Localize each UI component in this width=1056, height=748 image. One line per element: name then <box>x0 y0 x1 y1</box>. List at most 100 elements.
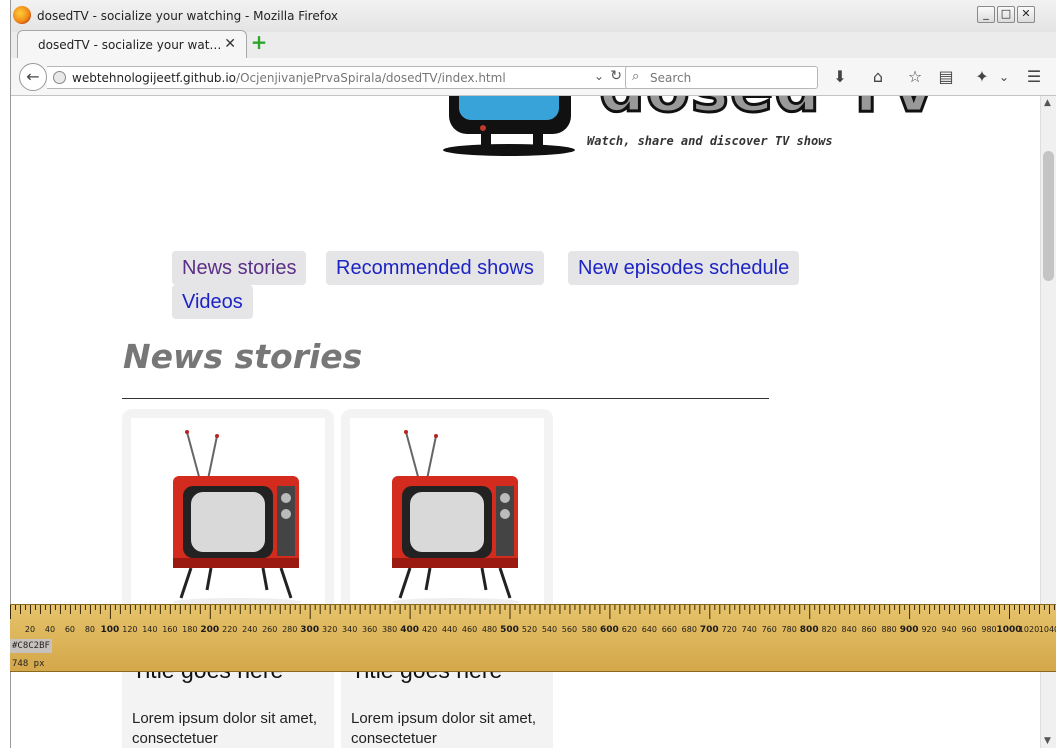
ruler-tick-label: 40 <box>45 625 55 634</box>
home-icon[interactable]: ⌂ <box>867 66 889 88</box>
ruler-tick-label: 540 <box>542 625 557 634</box>
nav-news-stories[interactable]: News stories <box>172 251 307 285</box>
ruler-tick-label: 460 <box>462 625 477 634</box>
site-logo-text: dosed TV <box>598 96 941 124</box>
ruler-tick-label: 740 <box>742 625 757 634</box>
back-button[interactable]: ← <box>19 63 47 91</box>
ruler-tick-label: 140 <box>142 625 157 634</box>
url-bar[interactable]: webtehnologijeetf.github.io/Ocjenjivanje… <box>47 66 629 89</box>
ruler-tick-label: 560 <box>562 625 577 634</box>
ruler-tick-label: 240 <box>242 625 257 634</box>
ruler-tick-label: 380 <box>382 625 397 634</box>
news-card[interactable]: Title goes here Lorem ipsum dolor sit am… <box>122 409 334 748</box>
globe-icon <box>53 71 66 84</box>
ruler-tick-label: 120 <box>122 625 137 634</box>
ruler-tick-label: 440 <box>442 625 457 634</box>
card-text: Lorem ipsum dolor sit amet, consectetuer <box>132 710 318 747</box>
ruler-tick-label: 980 <box>981 625 996 634</box>
ruler-tick-label: 160 <box>162 625 177 634</box>
extension-icon[interactable]: ✦ <box>971 66 993 88</box>
window-title: dosedTV - socialize your watching - Mozi… <box>37 9 339 23</box>
ruler-tick-label: 820 <box>822 625 837 634</box>
ruler-tick-label: 320 <box>322 625 337 634</box>
tab-bar: dosedTV - socialize your wat… ✕ + <box>11 28 1056 58</box>
card-text: Lorem ipsum dolor sit amet, consectetuer <box>351 710 537 747</box>
scroll-down-arrow-icon[interactable]: ▼ <box>1044 736 1051 746</box>
search-bar[interactable]: ⌕ Search <box>625 66 818 89</box>
url-host-text: webtehnologijeetf.github.io <box>72 71 237 85</box>
ruler-tick-label: 580 <box>582 625 597 634</box>
tab-title: dosedTV - socialize your wat… <box>38 38 222 52</box>
close-tab-icon[interactable]: ✕ <box>224 36 236 52</box>
retro-tv-icon <box>173 430 301 606</box>
ruler-tick-label: 300 <box>300 625 319 635</box>
ruler-tick-label: 360 <box>362 625 377 634</box>
ruler-tick-label: 900 <box>900 625 919 635</box>
nav-videos[interactable]: Videos <box>172 285 253 319</box>
retro-tv-icon <box>392 430 520 606</box>
card-image <box>350 418 544 608</box>
ruler-tick-label: 340 <box>342 625 357 634</box>
background-window <box>0 0 10 748</box>
ruler-tick-label: 940 <box>941 625 956 634</box>
ruler-tick-label: 80 <box>85 625 95 634</box>
ruler-tick-label: 860 <box>861 625 876 634</box>
ruler-tick-label: 840 <box>842 625 857 634</box>
tab-dosedtv[interactable]: dosedTV - socialize your wat… ✕ <box>17 30 247 58</box>
ruler-tick-label: 20 <box>25 625 35 634</box>
bookmark-star-icon[interactable]: ☆ <box>904 66 926 88</box>
reload-icon[interactable]: ↻ <box>610 68 622 84</box>
maximize-button[interactable]: □ <box>997 6 1015 23</box>
ruler-tick-label: 500 <box>500 625 519 635</box>
site-tagline: Watch, share and discover TV shows <box>587 134 833 148</box>
section-divider <box>122 398 769 399</box>
ruler-tick-label: 760 <box>762 625 777 634</box>
news-card[interactable]: Title goes here Lorem ipsum dolor sit am… <box>341 409 553 748</box>
ruler-tick-label: 720 <box>722 625 737 634</box>
ruler-tick-label: 400 <box>400 625 419 635</box>
ruler-color-readout: #C8C2BF <box>10 639 52 653</box>
ruler-tick-label: 1020 <box>1019 625 1039 634</box>
screen-ruler[interactable]: 20 40 60 80 100 120 140 160 180 200 220 240 260 280 30… <box>10 604 1056 672</box>
ruler-tick-label: 260 <box>262 625 277 634</box>
ruler-tick-label: 200 <box>200 625 219 635</box>
ruler-tick-label: 1000 <box>996 625 1021 635</box>
new-tab-button[interactable]: + <box>249 32 269 52</box>
ruler-tick-label: 520 <box>522 625 537 634</box>
ruler-tick-label: 920 <box>921 625 936 634</box>
ruler-tick-label: 220 <box>222 625 237 634</box>
nav-recommended-shows[interactable]: Recommended shows <box>326 251 544 285</box>
ruler-tick-label: 600 <box>600 625 619 635</box>
reading-list-icon[interactable]: ▤ <box>935 66 957 88</box>
ruler-tick-label: 880 <box>881 625 896 634</box>
ruler-tick-label: 620 <box>622 625 637 634</box>
ruler-tick-label: 700 <box>700 625 719 635</box>
scroll-thumb[interactable] <box>1043 151 1054 281</box>
ruler-tick-label: 480 <box>482 625 497 634</box>
ruler-tick-label: 800 <box>800 625 819 635</box>
ruler-tick-label: 420 <box>422 625 437 634</box>
menu-icon[interactable]: ☰ <box>1023 66 1045 88</box>
ruler-tick-label: 680 <box>682 625 697 634</box>
ruler-tick-label: 660 <box>662 625 677 634</box>
nav-new-episodes-schedule[interactable]: New episodes schedule <box>568 251 800 285</box>
close-window-button[interactable]: ✕ <box>1017 6 1035 23</box>
download-icon[interactable]: ⬇ <box>829 66 851 88</box>
card-image <box>131 418 325 608</box>
search-placeholder: Search <box>650 71 692 85</box>
tv-logo-icon <box>443 96 575 156</box>
chevron-down-icon[interactable]: ⌄ <box>993 66 1015 88</box>
minimize-button[interactable]: _ <box>977 6 995 23</box>
ruler-tick-label: 640 <box>642 625 657 634</box>
ruler-tick-label: 100 <box>101 625 120 635</box>
navigation-toolbar: ← webtehnologijeetf.github.io/Ocjenjivan… <box>11 58 1056 96</box>
ruler-tick-label: 960 <box>961 625 976 634</box>
scroll-up-arrow-icon[interactable]: ▲ <box>1044 98 1051 108</box>
chevron-down-icon[interactable]: ⌄ <box>594 69 604 83</box>
ruler-scale: 20 40 60 80 100 120 140 160 180 200 220 240 260 280 30… <box>10 605 1056 635</box>
ruler-tick-label: 780 <box>782 625 797 634</box>
screen: dosedTV - socialize your watching - Mozi… <box>0 0 1056 748</box>
url-path: /OcjenjivanjePrvaSpirala/dosedTV/index.h… <box>236 71 506 85</box>
url-host: webtehnologijeetf.github.io/Ocjenjivanje… <box>72 71 506 85</box>
firefox-logo-icon <box>13 6 31 24</box>
